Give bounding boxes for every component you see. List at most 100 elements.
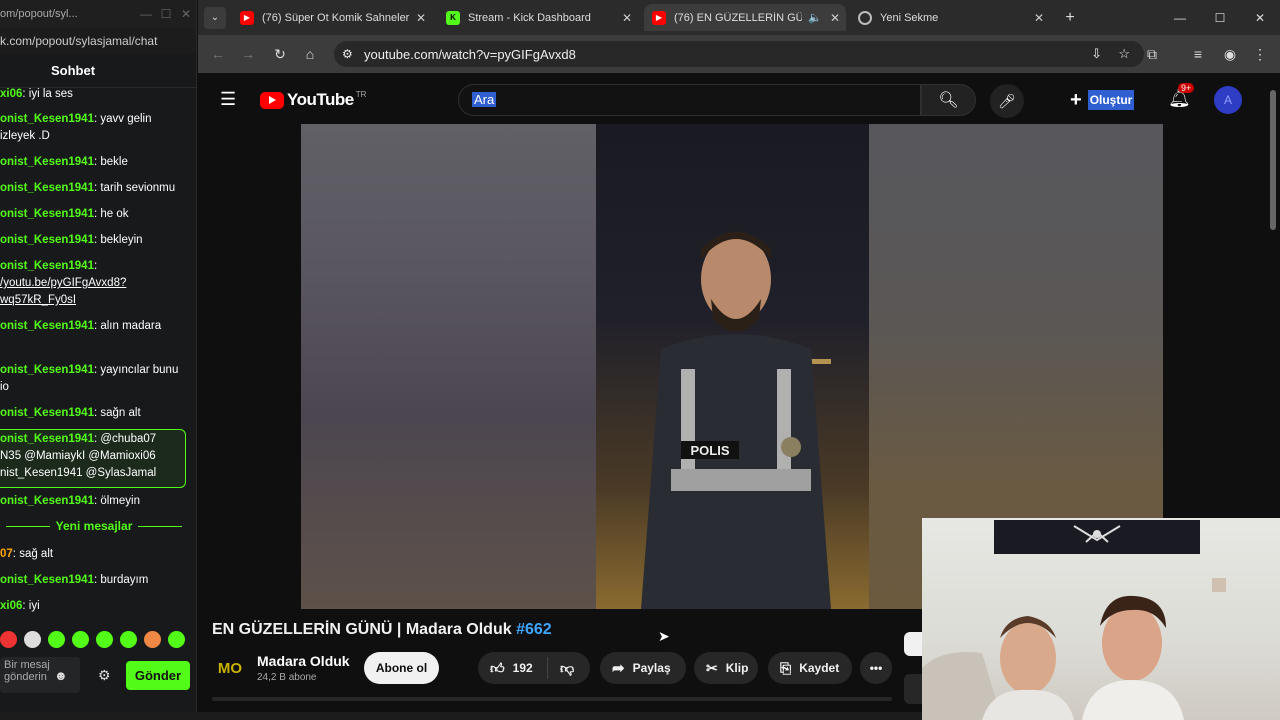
chat-title: Sohbet: [50, 63, 96, 78]
menu-kebab-icon[interactable]: ⋮: [1250, 44, 1270, 64]
youtube-logo-text: YouTube: [287, 90, 354, 109]
close-icon[interactable]: ✕: [176, 7, 196, 21]
country-code: TR: [355, 89, 367, 99]
extensions-icon[interactable]: ⧉: [1142, 44, 1162, 64]
tab-new-tab[interactable]: Yeni Sekme ✕: [850, 4, 1050, 31]
chat-username[interactable]: onist_Kesen1941: [0, 182, 94, 194]
bookmark-icon: ⎘: [780, 659, 792, 676]
tab-youtube-1[interactable]: ▶ (76) Süper Ot Komik Sahneler F ✕: [232, 4, 432, 31]
avatar[interactable]: A: [1214, 86, 1242, 114]
scissors-icon: ✂: [706, 659, 718, 676]
chat-link[interactable]: /youtu.be/pyGIFgAvxd8?: [0, 277, 126, 289]
search-button[interactable]: 🔍︎: [921, 84, 976, 116]
tab-kick-dashboard[interactable]: K Stream - Kick Dashboard ✕: [438, 4, 638, 31]
new-messages-divider[interactable]: Yeni mesajlar: [0, 519, 188, 533]
chat-popout-window: om/popout/syl... — ☐ ✕ k.com/popout/syla…: [0, 0, 197, 720]
forward-icon[interactable]: →: [238, 44, 258, 64]
page-scrollbar[interactable]: [1270, 90, 1276, 230]
create-button[interactable]: + Oluştur: [1070, 86, 1135, 114]
emote-icon[interactable]: [24, 631, 41, 648]
close-tab-icon[interactable]: ✕: [1034, 11, 1044, 25]
chat-username[interactable]: onist_Kesen1941: [0, 433, 94, 445]
notifications-button[interactable]: 🔔︎ 9+: [1168, 83, 1195, 109]
install-app-icon[interactable]: ⇩: [1091, 46, 1102, 62]
channel-avatar[interactable]: MO: [214, 652, 246, 684]
tab-youtube-active[interactable]: ▶ (76) EN GÜZELLERİN GÜNÜ 🔈 ✕: [644, 4, 846, 31]
chat-username[interactable]: onist_Kesen1941: [0, 113, 94, 125]
gear-icon[interactable]: ⚙: [98, 667, 111, 684]
chat-username[interactable]: onist_Kesen1941: [0, 495, 94, 507]
chat-username[interactable]: xi06: [0, 600, 22, 612]
emote-icon[interactable]: [72, 631, 89, 648]
new-tab-icon[interactable]: +: [1050, 0, 1090, 35]
chat-username[interactable]: onist_Kesen1941: [0, 208, 94, 220]
emote-icon[interactable]: [144, 631, 161, 648]
minimize-icon[interactable]: —: [136, 7, 156, 21]
chat-username[interactable]: onist_Kesen1941: [0, 574, 94, 586]
send-button[interactable]: Gönder: [126, 661, 190, 690]
hamburger-menu-icon[interactable]: ☰: [220, 89, 236, 110]
maximize-icon[interactable]: ☐: [1200, 0, 1240, 35]
minimize-icon[interactable]: —: [1160, 0, 1200, 35]
close-tab-icon[interactable]: ✕: [416, 11, 426, 25]
side-chip[interactable]: [904, 632, 924, 656]
side-chip-2[interactable]: [904, 674, 924, 704]
tab-title: (76) EN GÜZELLERİN GÜNÜ: [674, 11, 802, 24]
chat-message: xi06: iyi: [0, 600, 40, 612]
profile-icon[interactable]: ◉: [1220, 44, 1240, 64]
chat-message-input[interactable]: Bir mesaj gönderin: [0, 657, 80, 693]
video-hashtag[interactable]: #662: [516, 621, 552, 638]
chat-message: onist_Kesen1941: bekle: [0, 156, 128, 168]
chat-header: Sohbet: [0, 54, 196, 88]
site-info-icon[interactable]: ⚙: [342, 47, 353, 61]
reload-icon[interactable]: ↻: [270, 44, 290, 64]
like-dislike-group: 👍︎ 192 👎︎: [478, 652, 590, 684]
youtube-logo[interactable]: YouTube TR: [260, 90, 366, 110]
address-bar-url: youtube.com/watch?v=pyGIFgAvxd8: [364, 46, 576, 62]
voice-search-button[interactable]: 🎤︎: [990, 84, 1024, 118]
chat-link-tail[interactable]: wq57kR_Fy0sI: [0, 294, 76, 306]
share-button[interactable]: ➦ Paylaş: [600, 652, 686, 684]
chat-username[interactable]: xi06: [0, 88, 22, 100]
divider-line: [6, 525, 50, 527]
emote-icon[interactable]: [120, 631, 137, 648]
chat-username[interactable]: onist_Kesen1941: [0, 364, 94, 376]
chat-username[interactable]: onist_Kesen1941: [0, 407, 94, 419]
chat-username[interactable]: onist_Kesen1941: [0, 320, 94, 332]
clip-button[interactable]: ✂ Klip: [694, 652, 758, 684]
video-title-text: EN GÜZELLERİN GÜNÜ | Madara Olduk: [212, 621, 517, 638]
emoji-icon[interactable]: ☻: [54, 668, 68, 683]
address-bar[interactable]: ⚙ youtube.com/watch?v=pyGIFgAvxd8 ⇩ ☆: [334, 41, 1144, 67]
emote-icon[interactable]: [96, 631, 113, 648]
emote-icon[interactable]: [0, 631, 17, 648]
channel-name[interactable]: Madara Olduk: [257, 653, 350, 669]
chat-username[interactable]: onist_Kesen1941: [0, 234, 94, 246]
youtube-header: ☰ YouTube TR Ara 🔍︎ 🎤︎ + Oluştur 🔔︎ 9+ A: [198, 74, 1280, 124]
media-control-icon[interactable]: ≡: [1188, 44, 1208, 64]
like-button[interactable]: 👍︎ 192: [478, 657, 548, 679]
chat-username[interactable]: 07: [0, 548, 13, 560]
divider-line: [138, 525, 182, 527]
close-window-icon[interactable]: ✕: [1240, 0, 1280, 35]
chat-username[interactable]: onist_Kesen1941: [0, 156, 94, 168]
notification-badge: 9+: [1178, 83, 1195, 93]
bookmark-star-icon[interactable]: ☆: [1118, 46, 1130, 62]
video-blur-left: [301, 124, 596, 609]
maximize-icon[interactable]: ☐: [156, 7, 176, 21]
close-tab-icon[interactable]: ✕: [830, 11, 840, 25]
home-icon[interactable]: ⌂: [300, 44, 320, 64]
tab-search-dropdown-icon[interactable]: ⌄: [204, 6, 226, 29]
close-tab-icon[interactable]: ✕: [622, 11, 632, 25]
speaker-icon[interactable]: 🔈: [808, 11, 822, 24]
emote-icon[interactable]: [168, 631, 185, 648]
back-icon[interactable]: ←: [208, 44, 228, 64]
dislike-button[interactable]: 👎︎: [548, 660, 574, 677]
emote-icon[interactable]: [48, 631, 65, 648]
chat-username[interactable]: onist_Kesen1941: [0, 260, 94, 272]
more-actions-button[interactable]: •••: [860, 652, 892, 684]
search-input[interactable]: Ara: [458, 84, 921, 116]
chrome-icon: [858, 10, 872, 25]
save-button[interactable]: ⎘ Kaydet: [768, 652, 852, 684]
chat-message: onist_Kesen1941: tarih sevionmu: [0, 182, 176, 194]
subscribe-button[interactable]: Abone ol: [364, 652, 439, 684]
